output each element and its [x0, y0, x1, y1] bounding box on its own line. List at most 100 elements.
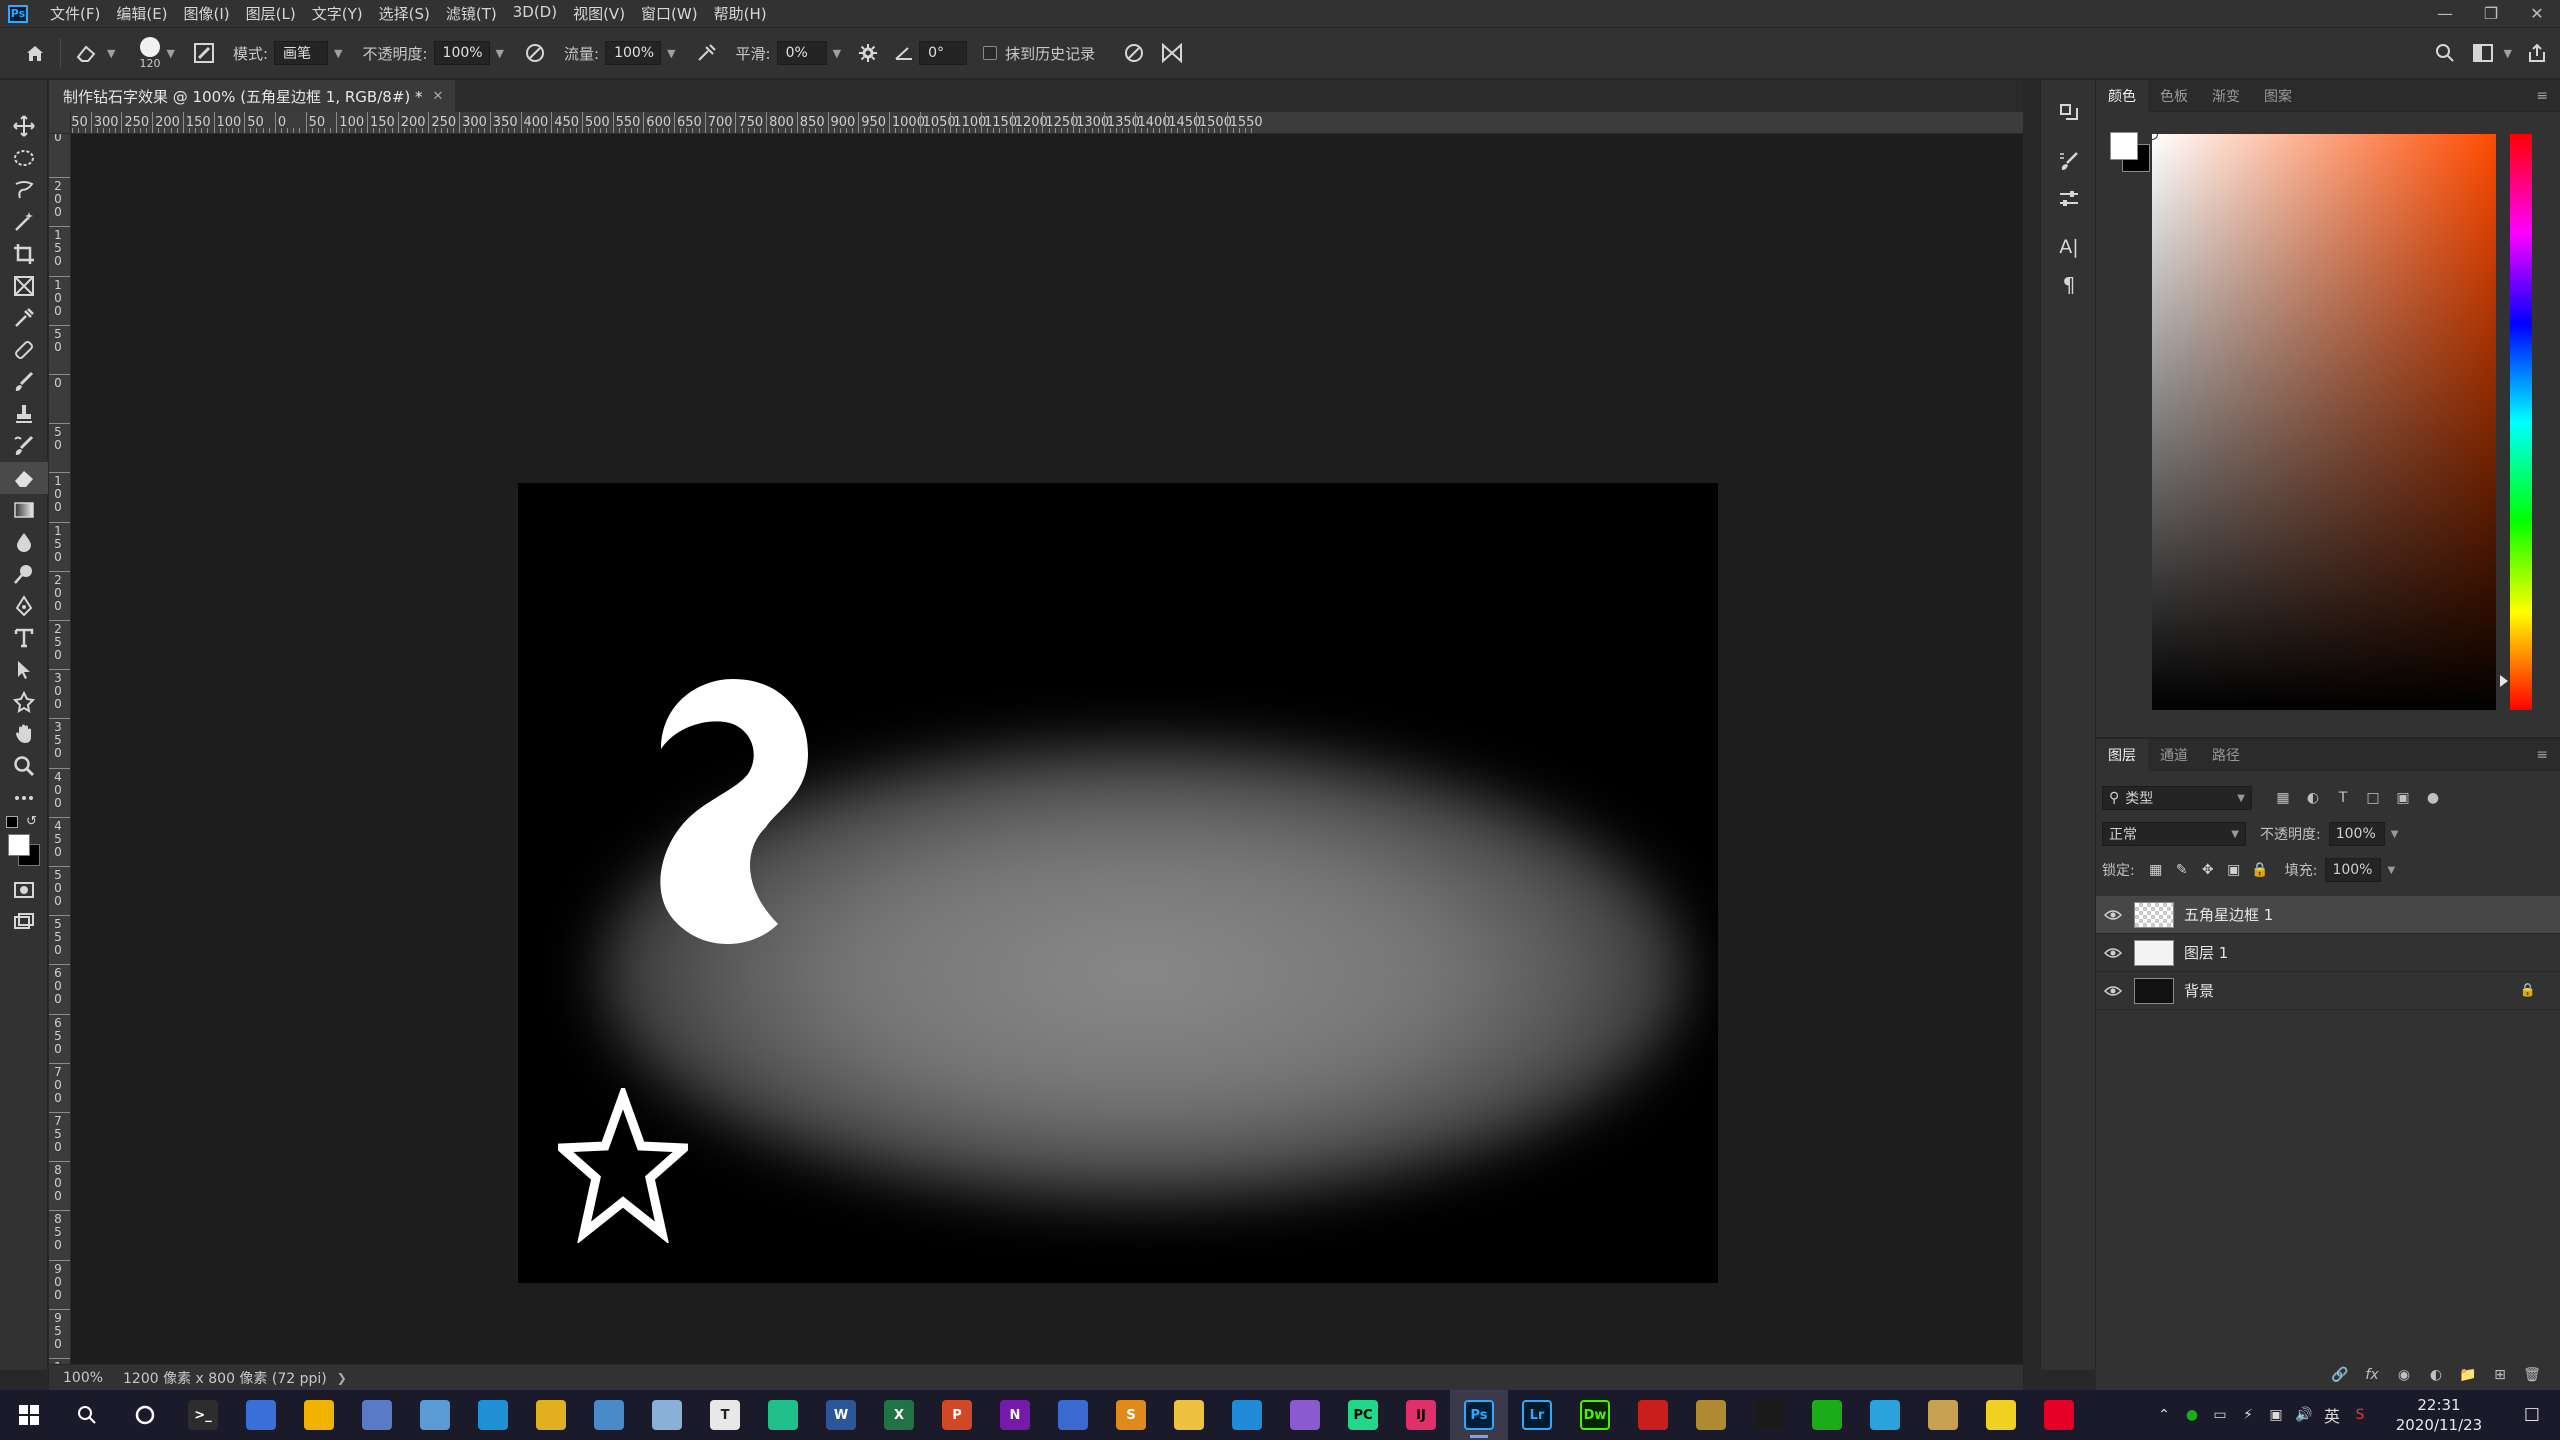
- new-group-icon[interactable]: 📁: [2452, 1360, 2484, 1390]
- taskbar-app[interactable]: [754, 1390, 812, 1440]
- mode-chevron-down-icon[interactable]: ▼: [334, 47, 342, 60]
- saturation-brightness-field[interactable]: [2152, 134, 2496, 710]
- new-layer-icon[interactable]: ⊞: [2484, 1360, 2516, 1390]
- path-selection-tool-icon[interactable]: [0, 654, 48, 686]
- swap-colors-icon[interactable]: ↺: [26, 814, 37, 829]
- panel-tab[interactable]: 图案: [2252, 80, 2304, 112]
- move-tool-icon[interactable]: [0, 110, 48, 142]
- taskbar-app[interactable]: Dw: [1566, 1390, 1624, 1440]
- menu-item[interactable]: 图层(L): [238, 3, 304, 24]
- taskbar-app[interactable]: [1798, 1390, 1856, 1440]
- more-tools-icon[interactable]: [0, 782, 48, 814]
- eraser-tool-icon[interactable]: [71, 38, 101, 68]
- horizontal-ruler[interactable]: 3503002502001501005005010015020025030035…: [71, 112, 2023, 134]
- dodge-tool-icon[interactable]: [0, 558, 48, 590]
- eyedropper-tool-icon[interactable]: [0, 302, 48, 334]
- lock-artboard-icon[interactable]: ▣: [2221, 858, 2247, 882]
- layer-filter-select[interactable]: ⚲ 类型 ▼: [2102, 786, 2252, 810]
- battery-icon[interactable]: ▭: [2206, 1390, 2234, 1440]
- menu-item[interactable]: 滤镜(T): [438, 3, 505, 24]
- taskbar-app[interactable]: [1044, 1390, 1102, 1440]
- lock-pixels-icon[interactable]: ✎: [2169, 858, 2195, 882]
- hue-slider-handle[interactable]: [2500, 675, 2508, 687]
- ruler-origin[interactable]: [49, 112, 71, 134]
- panel-tab[interactable]: 图层: [2096, 738, 2148, 771]
- hand-tool-icon[interactable]: [0, 718, 48, 750]
- airbrush-icon[interactable]: [692, 38, 722, 68]
- brush-settings-panel-icon[interactable]: [189, 38, 219, 68]
- layers-panel-menu-icon[interactable]: ≡: [2536, 747, 2548, 763]
- taskbar-app[interactable]: [58, 1390, 116, 1440]
- taskbar-app[interactable]: P: [928, 1390, 986, 1440]
- chevron-down-icon[interactable]: ▼: [2387, 865, 2395, 876]
- adjustment-layer-filter-icon[interactable]: ◐: [2298, 786, 2328, 810]
- taskbar-app[interactable]: [290, 1390, 348, 1440]
- menu-item[interactable]: 选择(S): [371, 3, 438, 24]
- quick-mask-icon[interactable]: [0, 874, 48, 906]
- taskbar-app[interactable]: IJ: [1392, 1390, 1450, 1440]
- menu-item[interactable]: 帮助(H): [706, 3, 775, 24]
- layer-lock-icon[interactable]: 🔒: [2520, 983, 2536, 998]
- vertical-ruler[interactable]: 0 2 0 0 1 5 0 1 0 0 5 0 0 5 0 1 0 0 1 5 0 2 0 0 2 …: [49, 134, 71, 1364]
- search-icon[interactable]: [2430, 38, 2460, 68]
- document-canvas[interactable]: [518, 483, 1718, 1283]
- taskbar-app[interactable]: [348, 1390, 406, 1440]
- smoothing-chevron-down-icon[interactable]: ▼: [833, 47, 841, 60]
- chevron-up-icon[interactable]: ⌃: [2150, 1390, 2178, 1440]
- pressure-opacity-icon[interactable]: [520, 38, 550, 68]
- taskbar-app[interactable]: [1856, 1390, 1914, 1440]
- start-button[interactable]: [0, 1390, 58, 1440]
- taskbar-app[interactable]: X: [870, 1390, 928, 1440]
- layer-row[interactable]: 图层 1: [2096, 934, 2560, 972]
- taskbar-app[interactable]: [1914, 1390, 1972, 1440]
- fill-input[interactable]: 100%: [2325, 858, 2382, 882]
- eraser-tool-icon[interactable]: [0, 462, 48, 494]
- menu-item[interactable]: 文件(F): [42, 3, 108, 24]
- layer-name[interactable]: 背景: [2184, 980, 2214, 1001]
- network-icon[interactable]: ▣: [2262, 1390, 2290, 1440]
- taskbar-app[interactable]: [116, 1390, 174, 1440]
- taskbar-app[interactable]: W: [812, 1390, 870, 1440]
- foreground-color-swatch[interactable]: [2110, 132, 2138, 160]
- gradient-tool-icon[interactable]: [0, 494, 48, 526]
- taskbar-app[interactable]: N: [986, 1390, 1044, 1440]
- blend-mode-select[interactable]: 正常 ▼: [2102, 822, 2246, 846]
- crop-tool-icon[interactable]: [0, 238, 48, 270]
- character-panel-icon[interactable]: A|: [2041, 228, 2097, 266]
- brush-preset-picker[interactable]: 120: [139, 36, 160, 70]
- type-tool-icon[interactable]: [0, 622, 48, 654]
- shape-layer-filter-icon[interactable]: □: [2358, 786, 2388, 810]
- taskbar-app[interactable]: >_: [174, 1390, 232, 1440]
- minimize-icon[interactable]: —: [2422, 0, 2468, 27]
- layer-style-icon[interactable]: fx: [2356, 1360, 2388, 1390]
- zoom-tool-icon[interactable]: [0, 750, 48, 782]
- layer-name[interactable]: 五角星边框 1: [2184, 904, 2273, 925]
- custom-shape-tool-icon[interactable]: [0, 686, 48, 718]
- screen-mode-icon[interactable]: [0, 906, 48, 938]
- input-method-indicator[interactable]: 英: [2318, 1390, 2346, 1440]
- panel-tab[interactable]: 通道: [2148, 739, 2200, 771]
- notification-center-icon[interactable]: ☐: [2504, 1390, 2560, 1440]
- pen-tool-icon[interactable]: [0, 590, 48, 622]
- visibility-eye-icon[interactable]: [2096, 985, 2130, 997]
- taskbar-app[interactable]: [1740, 1390, 1798, 1440]
- angle-input[interactable]: 0°: [919, 41, 968, 65]
- smoothing-input[interactable]: 0%: [776, 41, 827, 65]
- lock-all-icon[interactable]: 🔒: [2247, 858, 2273, 882]
- taskbar-app[interactable]: PC: [1334, 1390, 1392, 1440]
- taskbar-app[interactable]: [232, 1390, 290, 1440]
- taskbar-app[interactable]: [1160, 1390, 1218, 1440]
- workspace-chevron-down-icon[interactable]: ▼: [2504, 47, 2512, 60]
- menu-item[interactable]: 视图(V): [565, 3, 633, 24]
- paragraph-panel-icon[interactable]: ¶: [2041, 266, 2097, 304]
- close-icon[interactable]: ✕: [2514, 0, 2560, 27]
- brush-chevron-down-icon[interactable]: ▼: [166, 47, 174, 60]
- tool-preset-chevron-down-icon[interactable]: ▼: [107, 47, 115, 60]
- healing-brush-tool-icon[interactable]: [0, 334, 48, 366]
- blur-tool-icon[interactable]: [0, 526, 48, 558]
- panel-tab[interactable]: 颜色: [2096, 79, 2148, 112]
- smoothing-settings-gear-icon[interactable]: [853, 38, 883, 68]
- taskbar-app[interactable]: [1218, 1390, 1276, 1440]
- hue-slider[interactable]: [2510, 134, 2532, 710]
- add-mask-icon[interactable]: ◉: [2388, 1360, 2420, 1390]
